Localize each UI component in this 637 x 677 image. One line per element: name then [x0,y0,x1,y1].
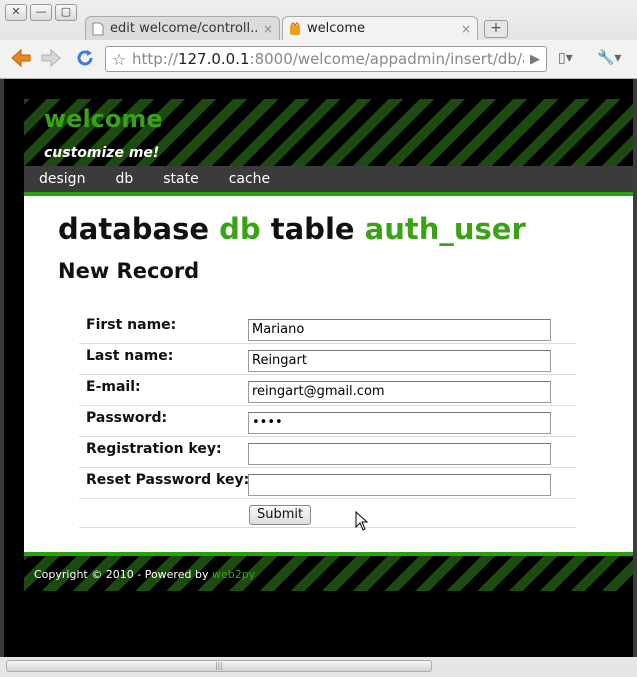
tab-close-icon[interactable]: × [461,22,471,36]
site-slogan: customize me! [44,145,160,161]
registration-key-input[interactable] [248,443,551,465]
reload-icon[interactable] [75,48,95,68]
form-row-submit: Submit [79,499,576,528]
tab-strip: edit welcome/controll... × welcome × + [85,16,508,40]
tab-close-icon[interactable]: × [263,22,273,36]
form-row-password: Password: •••• [79,406,576,437]
horizontal-scrollbar[interactable]: ||| [0,657,637,677]
url-scheme: http:// [132,50,178,68]
scrollbar-thumb[interactable]: ||| [6,660,432,672]
browser-toolbar: ☆ http://127.0.0.1:8000/welcome/appadmin… [0,40,637,79]
forward-arrow-icon[interactable] [40,48,62,68]
last-name-input[interactable]: Reingart [248,350,551,372]
window-controls: ✕ — ▢ [5,4,77,21]
window-minimize-button[interactable]: — [30,4,52,21]
form-row-email: E-mail: reingart@gmail.com [79,375,576,406]
tab-welcome[interactable]: welcome × [282,16,478,40]
db-name-link[interactable]: db [219,212,261,246]
back-arrow-icon[interactable] [10,48,32,68]
go-icon[interactable]: ▶ [524,52,546,67]
window-close-button[interactable]: ✕ [5,4,27,21]
tab-edit-controller[interactable]: edit welcome/controll... × [85,16,280,40]
page-menu-icon[interactable]: ▯▾ [558,50,573,66]
field-label: E-mail: [86,379,141,395]
main-content: database db table auth_user New Record F… [24,196,633,552]
field-label: Reset Password key: [86,472,250,488]
web2py-favicon-icon [290,21,300,35]
url-path: :8000/welcome/appadmin/insert/db/a [249,50,524,68]
new-record-form: First name: Mariano Last name: Reingart … [79,313,576,528]
document-icon [92,22,104,35]
menu-item-state[interactable]: state [163,166,198,192]
wrench-menu-icon[interactable]: 🔧▾ [597,50,621,66]
form-row-first-name: First name: Mariano [79,313,576,344]
form-row-registration-key: Registration key: [79,437,576,468]
password-input[interactable]: •••• [248,412,551,434]
email-input[interactable]: reingart@gmail.com [248,381,551,403]
reset-password-key-input[interactable] [248,474,551,496]
tab-title: edit welcome/controll... [110,21,259,36]
star-icon[interactable]: ☆ [106,50,132,69]
section-title: New Record [58,259,200,283]
title-text: table [260,212,365,246]
field-label: Password: [86,410,168,426]
copyright-text: Copyright © 2010 - Powered by [34,568,212,581]
site-menu: design db state cache [24,166,633,196]
form-row-last-name: Last name: Reingart [79,344,576,375]
site-header: welcome customize me! [24,99,633,166]
field-label: First name: [86,317,177,333]
first-name-input[interactable]: Mariano [248,319,551,341]
field-label: Last name: [86,348,174,364]
web2py-link[interactable]: web2py [212,568,255,581]
new-tab-button[interactable]: + [484,20,508,38]
url-host: 127.0.0.1 [177,50,250,68]
address-bar[interactable]: ☆ http://127.0.0.1:8000/welcome/appadmin… [105,46,547,72]
site-footer: Copyright © 2010 - Powered by web2py [24,556,633,591]
tab-title: welcome [307,21,366,36]
footer-text: Copyright © 2010 - Powered by web2py [34,568,255,581]
table-name-link[interactable]: auth_user [365,212,526,246]
url-text[interactable]: http://127.0.0.1:8000/welcome/appadmin/i… [132,50,524,68]
title-text: database [58,212,220,246]
form-row-reset-password-key: Reset Password key: [79,468,576,499]
submit-button[interactable]: Submit [249,505,312,525]
menu-item-cache[interactable]: cache [229,166,270,192]
site-brand[interactable]: welcome [44,105,163,133]
page-viewport: welcome customize me! design db state ca… [4,79,633,657]
browser-chrome: ✕ — ▢ edit welcome/controll... × welcome… [0,0,637,79]
menu-item-design[interactable]: design [39,166,85,192]
window-maximize-button[interactable]: ▢ [55,4,77,21]
field-label: Registration key: [86,441,222,457]
menu-item-db[interactable]: db [115,166,133,192]
mouse-cursor-icon [355,511,369,531]
page-title: database db table auth_user [58,212,526,246]
